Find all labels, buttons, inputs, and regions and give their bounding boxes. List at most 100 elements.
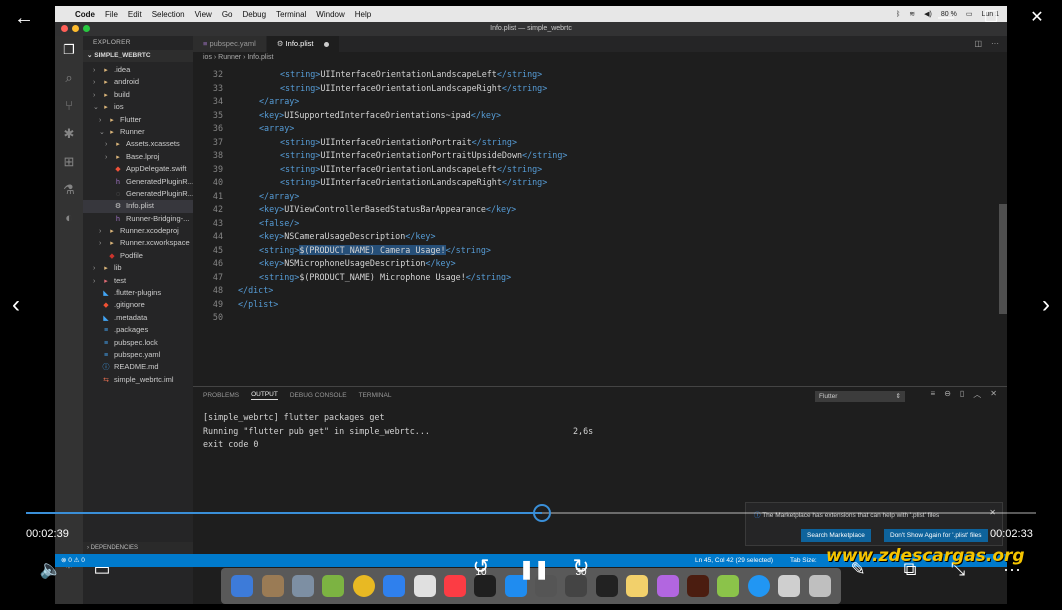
notes-icon[interactable]	[626, 575, 649, 597]
minimize-window-icon[interactable]	[72, 25, 79, 32]
photo-app-icon[interactable]	[261, 575, 284, 597]
tab-info-plist[interactable]: ⚙ Info.plist	[266, 36, 340, 52]
bluetooth-icon[interactable]: ᛒ	[896, 11, 900, 18]
code-editor[interactable]: 32 <string>UIInterfaceOrientationLandscap…	[193, 64, 1007, 386]
menu-selection[interactable]: Selection	[152, 10, 185, 19]
previous-chevron-icon[interactable]: ‹	[6, 290, 26, 320]
output-channel-select[interactable]: Flutter ⇕	[815, 391, 905, 402]
chevron-right-icon[interactable]: ›	[99, 226, 107, 237]
unsaved-dot-icon[interactable]	[323, 41, 329, 47]
calendar-icon[interactable]	[413, 575, 436, 597]
chevron-right-icon[interactable]: ›	[93, 77, 101, 88]
menu-view[interactable]: View	[195, 10, 212, 19]
code-line[interactable]: 48 </dict>	[193, 284, 1007, 298]
code-line[interactable]: 43 <false/>	[193, 217, 1007, 231]
tree-item[interactable]: ≡ .packages	[83, 324, 193, 336]
code-line[interactable]: 44 <key>NSCameraUsageDescription</key>	[193, 230, 1007, 244]
minimize-icon[interactable]: —	[934, 6, 958, 30]
tree-item[interactable]: › ▸ Base.lproj	[83, 151, 193, 163]
pause-icon[interactable]: ❚❚	[519, 556, 549, 582]
close-window-icon[interactable]	[61, 25, 68, 32]
menu-terminal[interactable]: Terminal	[276, 10, 306, 19]
problems-indicator-icon[interactable]: ⊗ 0 ⚠ 0	[61, 554, 85, 567]
tree-item[interactable]: › ▸ lib	[83, 262, 193, 274]
lock-scroll-icon[interactable]: ⊖	[944, 389, 951, 400]
menu-debug[interactable]: Debug	[242, 10, 266, 19]
code-line[interactable]: 41 </array>	[193, 190, 1007, 204]
chevron-right-icon[interactable]: ›	[105, 139, 113, 150]
volume-icon[interactable]: ◀)	[924, 10, 932, 18]
code-line[interactable]: 49 </plist>	[193, 298, 1007, 312]
menu-help[interactable]: Help	[355, 10, 371, 19]
android-studio-icon[interactable]	[322, 575, 345, 597]
output-content[interactable]: [simple_webrtc] flutter packages get Run…	[203, 411, 903, 452]
zoom-window-icon[interactable]	[83, 25, 90, 32]
safari-icon[interactable]	[747, 575, 770, 597]
chevron-right-icon[interactable]: ›	[93, 276, 101, 287]
code-line[interactable]: 32 <string>UIInterfaceOrientationLandscap…	[193, 68, 1007, 82]
test-flask-icon[interactable]: ⚗	[61, 182, 77, 198]
tree-item[interactable]: ◣ .metadata	[83, 312, 193, 324]
tree-item[interactable]: ≡ pubspec.yaml	[83, 349, 193, 361]
tree-item[interactable]: ⇆ simple_webrtc.iml	[83, 374, 193, 386]
tree-item[interactable]: ⚙ Info.plist	[83, 200, 193, 213]
split-editor-icon[interactable]: ◫	[975, 39, 983, 48]
illustrator-icon[interactable]	[687, 575, 710, 597]
more-actions-icon[interactable]: ···	[991, 39, 999, 48]
code-line[interactable]: 35 <key>UISupportedInterfaceOrientations~…	[193, 109, 1007, 123]
tab-debug-console[interactable]: DEBUG CONSOLE	[290, 392, 347, 399]
tree-item[interactable]: ⌄ ▸ Runner	[83, 126, 193, 138]
trash-icon[interactable]	[808, 575, 831, 597]
chrome-icon[interactable]	[352, 575, 375, 597]
menu-window[interactable]: Window	[316, 10, 344, 19]
tree-item[interactable]: › ▸ Flutter	[83, 114, 193, 126]
extensions-icon[interactable]: ⊞	[61, 154, 77, 170]
code-line[interactable]: 47 <string>$(PRODUCT_NAME) Microphone Usa…	[193, 271, 1007, 285]
code-line[interactable]: 33 <string>UIInterfaceOrientationLandscap…	[193, 82, 1007, 96]
tree-item[interactable]: › ▸ Assets.xcassets	[83, 138, 193, 150]
tree-item[interactable]: ⌄ ▸ ios	[83, 101, 193, 113]
search-marketplace-button[interactable]: Search Marketplace	[801, 529, 871, 542]
tree-item[interactable]: ◣ .flutter-plugins	[83, 287, 193, 299]
breadcrumb[interactable]: ios › Runner › Info.plist	[193, 52, 1007, 64]
maximize-icon[interactable]: ☐	[979, 6, 1003, 30]
skip-back-button[interactable]: ↺ 10	[466, 556, 496, 586]
chevron-down-icon[interactable]: ⌄	[93, 102, 101, 113]
chevron-right-icon[interactable]: ›	[105, 152, 113, 163]
volume-icon[interactable]: 🔈	[38, 556, 64, 582]
code-line[interactable]: 50	[193, 311, 1007, 325]
tree-item[interactable]: ≡ pubspec.lock	[83, 337, 193, 349]
progress-knob[interactable]	[533, 504, 552, 522]
back-arrow-icon[interactable]: ←	[14, 6, 38, 30]
tree-item[interactable]: ◌ GeneratedPluginR...	[83, 188, 193, 200]
search-icon[interactable]: ⌕	[61, 70, 77, 86]
tree-item[interactable]: h GeneratedPluginR...	[83, 176, 193, 188]
code-line[interactable]: 36 <array>	[193, 122, 1007, 136]
android-icon[interactable]	[717, 575, 740, 597]
next-chevron-icon[interactable]: ›	[1036, 290, 1056, 320]
code-line[interactable]: 46 <key>NSMicrophoneUsageDescription</key…	[193, 257, 1007, 271]
chevron-right-icon[interactable]: ›	[93, 263, 101, 274]
open-log-icon[interactable]: ▯	[960, 389, 964, 400]
tree-item[interactable]: ⓘ README.md	[83, 361, 193, 373]
captions-icon[interactable]: ▭	[90, 556, 114, 582]
source-control-icon[interactable]: ⑂	[61, 98, 77, 114]
tree-item[interactable]: › ▸ Runner.xcodeproj	[83, 225, 193, 237]
tree-item[interactable]: ◆ AppDelegate.swift	[83, 163, 193, 175]
tree-item[interactable]: h Runner-Bridging-...	[83, 213, 193, 225]
chevron-right-icon[interactable]: ›	[93, 90, 101, 101]
wifi-icon[interactable]: ≋	[909, 10, 915, 18]
menu-edit[interactable]: Edit	[128, 10, 142, 19]
code-line[interactable]: 34 </array>	[193, 95, 1007, 109]
tab-size[interactable]: Tab Size:	[790, 554, 817, 567]
tab-problems[interactable]: PROBLEMS	[203, 392, 239, 399]
downloads-icon[interactable]	[778, 575, 801, 597]
tree-item[interactable]: ◆ .gitignore	[83, 299, 193, 311]
tree-item[interactable]: › ▸ .idea	[83, 64, 193, 76]
remote-icon[interactable]: ◐	[61, 210, 77, 226]
code-line[interactable]: 37 <string>UIInterfaceOrientationPortrait…	[193, 136, 1007, 150]
menu-go[interactable]: Go	[222, 10, 233, 19]
finder-icon[interactable]	[231, 575, 254, 597]
menu-code[interactable]: Code	[75, 10, 95, 19]
close-panel-icon[interactable]: ✕	[990, 389, 997, 400]
